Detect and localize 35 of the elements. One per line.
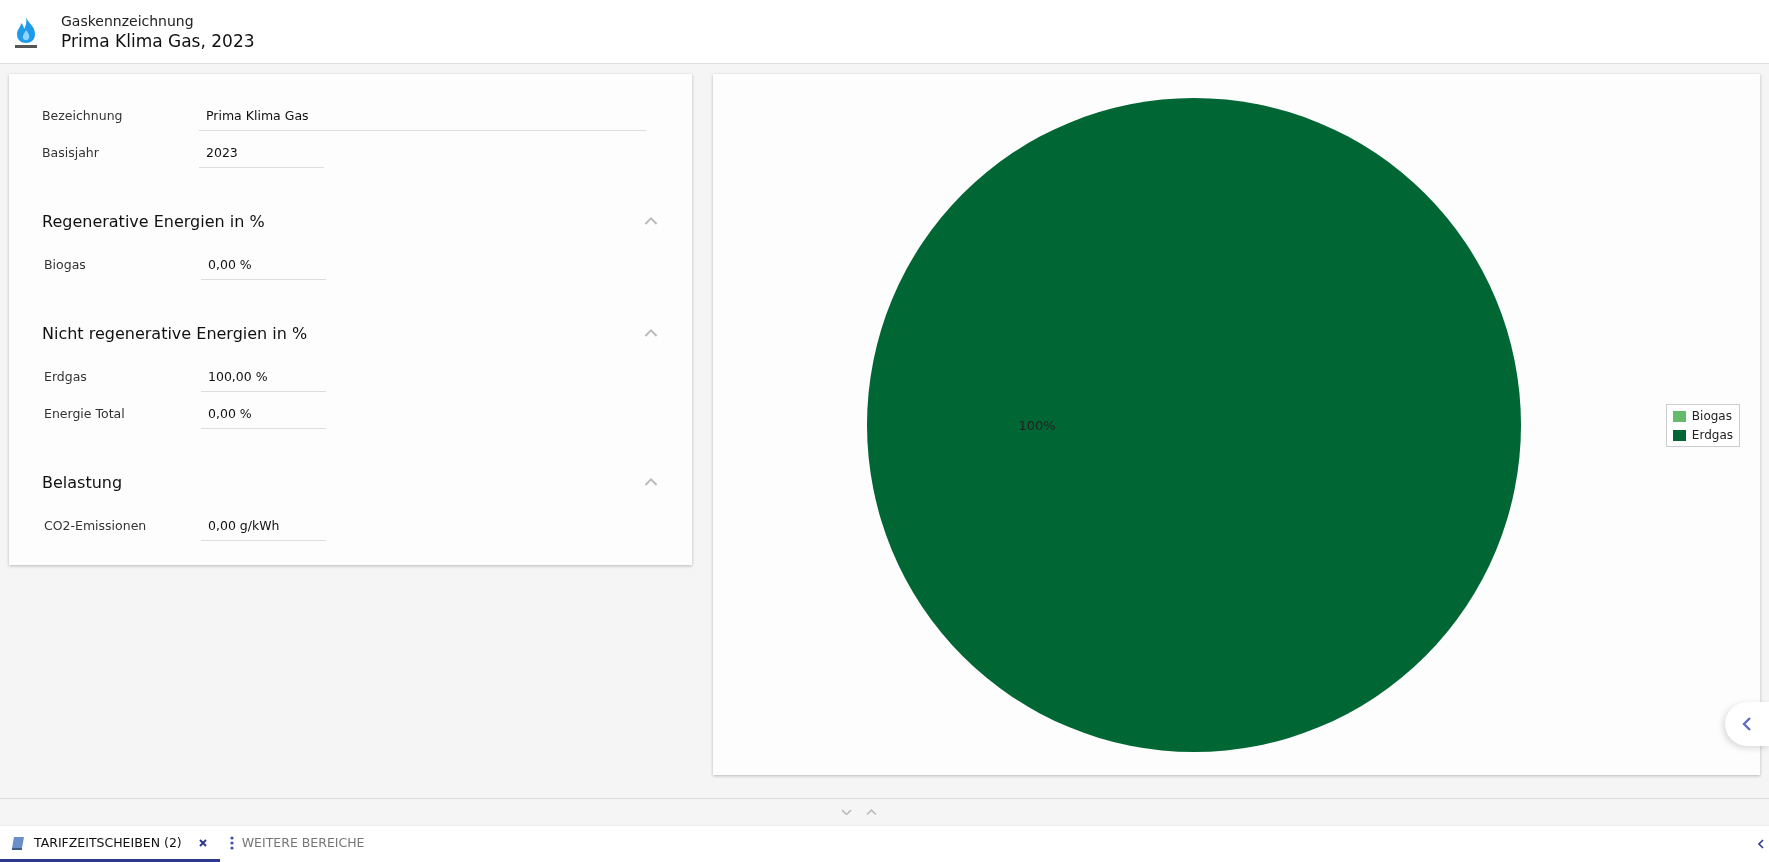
collapse-icon[interactable] (644, 329, 658, 338)
book-icon (10, 834, 26, 851)
field-label: Bezeichnung (42, 108, 124, 125)
page-title: Prima Klima Gas, 2023 (61, 30, 255, 51)
more-vertical-icon (229, 835, 234, 850)
legend-swatch (1672, 429, 1686, 441)
text-field[interactable]: 0,00 % (201, 257, 326, 280)
chevron-left-icon (1742, 716, 1752, 732)
chevron-left-icon[interactable] (1757, 839, 1765, 849)
chevron-down-icon[interactable] (840, 808, 852, 816)
field-label: Energie Total (43, 406, 126, 423)
section-title: Belastung (42, 473, 123, 492)
text-field[interactable]: 0,00 % (201, 406, 326, 429)
field-label: Biogas (43, 257, 87, 274)
chevron-up-icon[interactable] (865, 808, 877, 816)
collapse-icon[interactable] (644, 478, 658, 487)
bottom-tab[interactable]: WEITERE BEREICHE (219, 826, 377, 862)
text-field[interactable]: Prima Klima Gas (199, 108, 646, 131)
field-label: CO2-Emissionen (43, 518, 148, 535)
text-field[interactable]: 0,00 g/kWh (201, 518, 326, 541)
legend-swatch (1672, 410, 1686, 422)
field-label: Basisjahr (42, 145, 100, 162)
legend-label: Erdgas (1691, 428, 1733, 442)
bottom-tab[interactable]: TARIFZEITSCHEIBEN (2) (0, 826, 220, 862)
text-field[interactable]: 2023 (199, 145, 324, 168)
text-field[interactable]: 100,00 % (201, 369, 326, 392)
field-label: Erdgas (43, 369, 88, 386)
legend-label: Biogas (1691, 409, 1732, 423)
page-subtitle: Gaskennzeichnung (61, 12, 195, 29)
section-title: Nicht regenerative Energien in % (42, 324, 308, 343)
close-icon[interactable] (197, 837, 208, 848)
collapse-icon[interactable] (644, 217, 658, 226)
slice-label: 100% (1017, 417, 1056, 433)
section-title: Regenerative Energien in % (42, 212, 265, 231)
collapse-panel-button[interactable] (1725, 702, 1769, 746)
